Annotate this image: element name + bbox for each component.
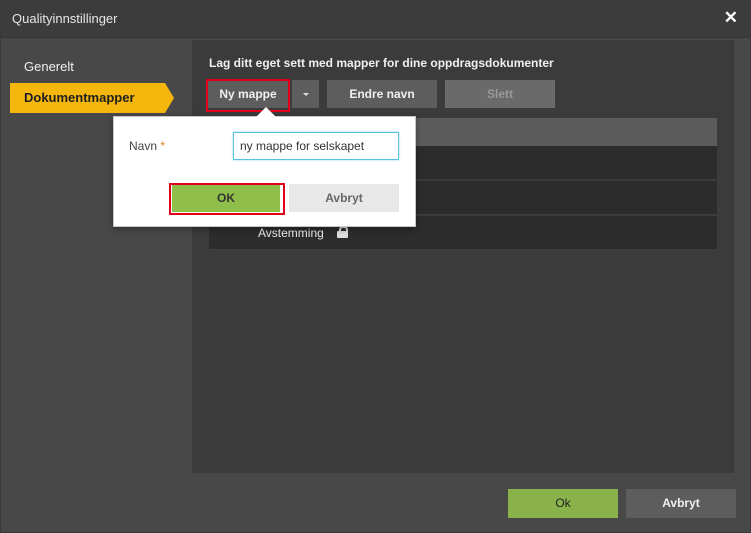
delete-button[interactable]: Slett xyxy=(445,80,555,108)
ok-button[interactable]: Ok xyxy=(508,489,618,518)
nav-item-generelt[interactable]: Generelt xyxy=(10,52,170,82)
lock-icon xyxy=(337,226,348,238)
name-label: Navn * xyxy=(129,139,166,153)
new-folder-dropdown-button[interactable] xyxy=(292,80,319,108)
close-icon[interactable]: ✕ xyxy=(724,8,738,28)
new-folder-popup: Navn * OK Avbryt xyxy=(113,116,416,227)
popup-pointer xyxy=(256,107,276,117)
caret-down-icon xyxy=(302,93,309,97)
new-folder-button[interactable]: Ny mappe xyxy=(208,80,288,108)
popup-ok-button[interactable]: OK xyxy=(172,184,280,212)
title-bar: Qualityinnstillinger ✕ xyxy=(1,1,750,38)
required-marker: * xyxy=(160,139,166,153)
nav-item-dokumentmapper[interactable]: Dokumentmapper xyxy=(10,83,165,113)
name-input[interactable] xyxy=(233,132,399,160)
nav-active-arrow xyxy=(165,83,174,113)
panel-description: Lag ditt eget sett med mapper for dine o… xyxy=(209,56,554,70)
cancel-button[interactable]: Avbryt xyxy=(626,489,736,518)
popup-cancel-button[interactable]: Avbryt xyxy=(289,184,399,212)
row-label: Avstemming xyxy=(258,226,324,240)
rename-button[interactable]: Endre navn xyxy=(327,80,437,108)
dialog-title: Qualityinnstillinger xyxy=(12,11,118,26)
